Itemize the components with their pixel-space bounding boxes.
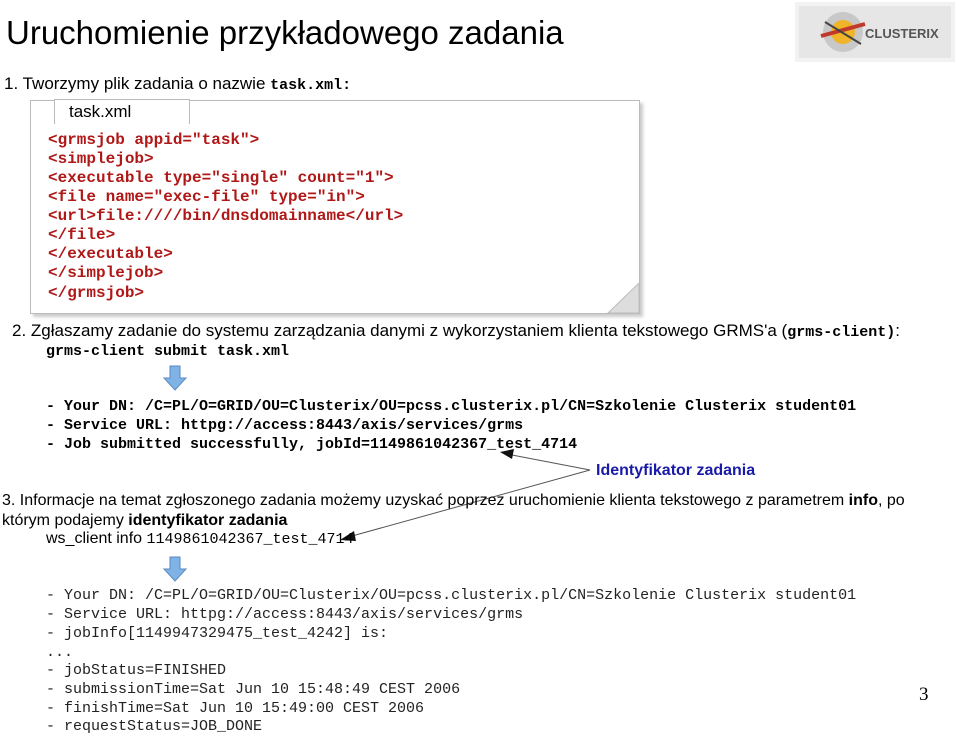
job-id-annotation: Identyfikator zadania	[596, 462, 756, 479]
info-command-prefix: ws_client info	[46, 530, 147, 547]
step3-line-2: którym podajemy identyfikator zadania	[2, 512, 287, 530]
step3-info-param: info	[848, 492, 878, 509]
step3-text-d: którym podajemy	[2, 512, 129, 529]
page-number: 3	[919, 684, 929, 705]
step3-line-1: 3. Informacje na temat zgłoszonego zadan…	[2, 492, 905, 510]
info-command: ws_client info 1149861042367_test_4714	[46, 530, 354, 548]
output2-line-7: - finishTime=Sat Jun 10 15:49:00 CEST 20…	[46, 700, 425, 717]
output2-line-5: - jobStatus=FINISHED	[46, 662, 227, 679]
step3-text-a: 3. Informacje na temat zgłoszonego zadan…	[2, 492, 849, 509]
output2-line-3: - jobInfo[1149947329475_test_4242] is:	[46, 625, 389, 642]
output2-line-4: ...	[46, 644, 74, 661]
output2-line-1: - Your DN: /C=PL/O=GRID/OU=Clusterix/OU=…	[46, 587, 857, 604]
output2-line-6: - submissionTime=Sat Jun 10 15:48:49 CES…	[46, 681, 461, 698]
output2-line-2: - Service URL: httpg://access:8443/axis/…	[46, 606, 524, 623]
info-command-id: 1149861042367_test_4714	[146, 531, 354, 548]
step3-job-id-term: identyfikator zadania	[128, 512, 288, 529]
output2-line-8: - requestStatus=JOB_DONE	[46, 718, 263, 735]
step3-text-c: , po	[877, 492, 905, 509]
